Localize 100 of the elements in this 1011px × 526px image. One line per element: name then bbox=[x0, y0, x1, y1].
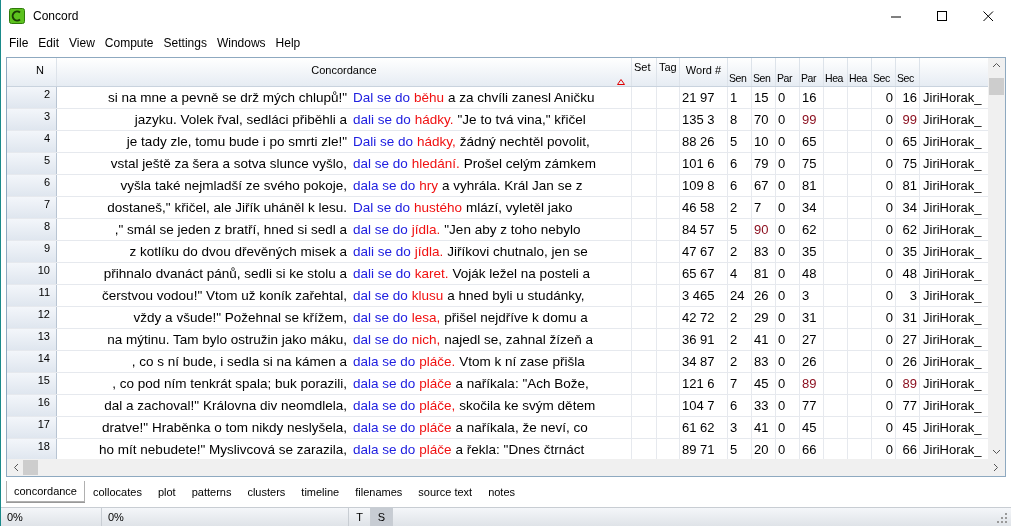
table-cell: 16 bbox=[802, 90, 817, 105]
table-cell: 35 bbox=[902, 244, 917, 259]
right-context: mlází, vyletěl jako bbox=[466, 200, 573, 215]
vertical-scrollbar[interactable] bbox=[988, 58, 1005, 459]
column-header[interactable]: Word # bbox=[685, 64, 722, 86]
table-cell: 0 bbox=[778, 178, 786, 193]
row-header[interactable]: 4 bbox=[7, 131, 57, 152]
table-cell: 0 bbox=[778, 222, 786, 237]
menu-item[interactable]: Help bbox=[270, 33, 306, 52]
scroll-left-icon[interactable] bbox=[13, 463, 19, 472]
table-cell: JiriHorak_ bbox=[923, 442, 982, 457]
search-word: Dal se do bbox=[353, 90, 411, 105]
left-context: , co pod ním tenkrát spala; buk porazili, bbox=[112, 376, 347, 391]
table-cell: 0 bbox=[778, 244, 786, 259]
table-cell: 6 bbox=[730, 156, 738, 171]
tab[interactable]: plot bbox=[149, 481, 184, 502]
table-cell: 5 bbox=[730, 134, 738, 149]
row-header[interactable]: 18 bbox=[7, 439, 57, 459]
left-context: vždy a všude!" Požehnal se křížem, bbox=[133, 310, 347, 325]
row-header[interactable]: 16 bbox=[7, 395, 57, 416]
table-cell: 65 bbox=[902, 134, 917, 149]
menu-item[interactable]: View bbox=[64, 33, 100, 52]
search-word: dal se do bbox=[353, 222, 408, 237]
table-cell: JiriHorak_ bbox=[923, 288, 982, 303]
scroll-thumb[interactable] bbox=[989, 78, 1004, 95]
scroll-up-icon[interactable] bbox=[992, 62, 1001, 68]
right-context: a za chvíli zanesl Aničku bbox=[448, 90, 595, 105]
row-header[interactable]: 2 bbox=[7, 87, 57, 108]
table-cell: JiriHorak_ bbox=[923, 266, 982, 281]
row-header[interactable]: 15 bbox=[7, 373, 57, 394]
tab[interactable]: concordance bbox=[6, 481, 85, 502]
menu-item[interactable]: Compute bbox=[99, 33, 159, 52]
table-cell: JiriHorak_ bbox=[923, 420, 982, 435]
column-header[interactable]: N bbox=[36, 64, 44, 86]
tab[interactable]: patterns bbox=[183, 481, 240, 502]
table-cell: 47 67 bbox=[682, 244, 715, 259]
row-header[interactable]: 7 bbox=[7, 197, 57, 218]
column-header[interactable]: Par bbox=[777, 72, 793, 86]
tab[interactable]: notes bbox=[480, 481, 524, 502]
row-header[interactable]: 3 bbox=[7, 109, 57, 130]
scroll-right-icon[interactable] bbox=[993, 463, 999, 472]
column-header[interactable]: Sen bbox=[753, 72, 771, 86]
column-header[interactable]: Hea bbox=[825, 72, 844, 86]
row-header[interactable]: 9 bbox=[7, 241, 57, 262]
column-header[interactable]: Par bbox=[801, 72, 817, 86]
tab[interactable]: source text bbox=[410, 481, 481, 502]
menu-item[interactable]: Edit bbox=[33, 33, 65, 52]
column-header[interactable]: Concordance bbox=[311, 64, 377, 86]
table-cell: 0 bbox=[885, 420, 893, 435]
table-cell: 29 bbox=[754, 310, 769, 325]
column-header[interactable]: Sec bbox=[897, 72, 914, 86]
right-context: a vyhrála. Král Jan se z bbox=[442, 178, 583, 193]
table-cell: 33 bbox=[754, 398, 769, 413]
row-header[interactable]: 10 bbox=[7, 263, 57, 284]
column-header[interactable]: Tag bbox=[659, 61, 677, 86]
table-cell: 0 bbox=[885, 178, 893, 193]
collocate-word: pláče bbox=[419, 420, 452, 435]
collocate-word: hledání. bbox=[411, 156, 460, 171]
row-header[interactable]: 11 bbox=[7, 285, 57, 306]
horizontal-scrollbar[interactable] bbox=[7, 459, 1005, 476]
column-header[interactable]: Sec bbox=[873, 72, 890, 86]
row-header[interactable]: 5 bbox=[7, 153, 57, 174]
right-context: žádný nechtěl povolit, bbox=[459, 134, 590, 149]
table-cell: 0 bbox=[778, 288, 786, 303]
menu-item[interactable]: Settings bbox=[158, 33, 212, 52]
menu-item[interactable]: Windows bbox=[211, 33, 271, 52]
row-header[interactable]: 17 bbox=[7, 417, 57, 438]
left-context: ," smál se jeden z bratří, hned si sedl a bbox=[114, 222, 347, 237]
column-header[interactable]: Hea bbox=[849, 72, 868, 86]
search-word: dali se do bbox=[353, 244, 411, 259]
row-header[interactable]: 13 bbox=[7, 329, 57, 350]
row-header[interactable]: 8 bbox=[7, 219, 57, 240]
table-cell: 77 bbox=[802, 398, 817, 413]
table-cell: 0 bbox=[885, 112, 893, 127]
row-header[interactable]: 14 bbox=[7, 351, 57, 372]
table-cell: 2 bbox=[730, 244, 738, 259]
tab[interactable]: filenames bbox=[347, 481, 411, 502]
table-cell: 7 bbox=[730, 376, 738, 391]
menu-item[interactable]: File bbox=[4, 33, 34, 52]
table-cell: 81 bbox=[802, 178, 817, 193]
app-icon bbox=[9, 8, 25, 24]
tab[interactable]: clusters bbox=[239, 481, 294, 502]
table-cell: 0 bbox=[885, 376, 893, 391]
progress-text: 0% bbox=[108, 511, 124, 523]
tab[interactable]: timeline bbox=[293, 481, 348, 502]
row-header[interactable]: 12 bbox=[7, 307, 57, 328]
scroll-down-icon[interactable] bbox=[992, 449, 1001, 455]
collocate-word: běhu bbox=[414, 90, 445, 105]
left-context: přihnalo dvanáct pánů, sedli si ke stolu a bbox=[103, 266, 347, 281]
table-cell: 31 bbox=[902, 310, 917, 325]
toggle-button[interactable]: S bbox=[371, 508, 393, 526]
table-cell: 16 bbox=[902, 90, 917, 105]
table-cell: 0 bbox=[778, 376, 786, 391]
search-word: Dali se do bbox=[353, 134, 414, 149]
tab[interactable]: collocates bbox=[85, 481, 150, 502]
scroll-thumb[interactable] bbox=[23, 460, 38, 475]
column-header[interactable]: Sen bbox=[729, 72, 747, 86]
column-header[interactable]: Set bbox=[634, 61, 651, 86]
table-cell: 83 bbox=[754, 354, 769, 369]
row-header[interactable]: 6 bbox=[7, 175, 57, 196]
